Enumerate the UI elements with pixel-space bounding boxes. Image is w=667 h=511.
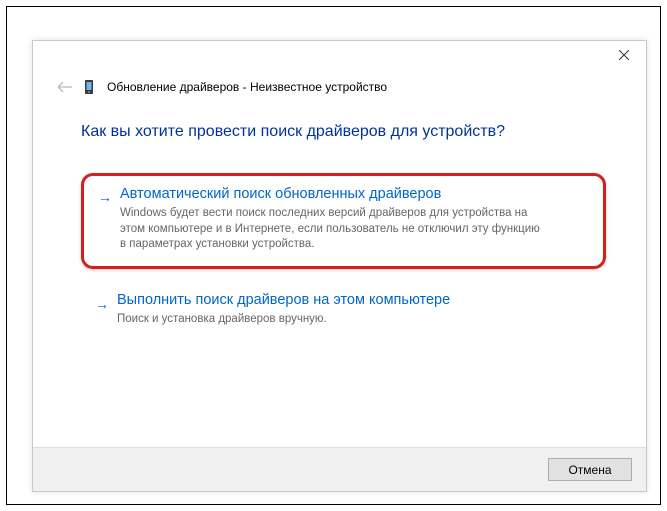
option-desc: Windows будет вести поиск последних верс… [120,206,540,253]
option-browse-computer[interactable]: → Выполнить поиск драйверов на этом комп… [81,283,606,339]
driver-update-dialog: Обновление драйверов - Неизвестное устро… [32,40,647,492]
arrow-right-icon: → [95,296,109,312]
wizard-header: Обновление драйверов - Неизвестное устро… [57,79,387,95]
main-heading: Как вы хотите провести поиск драйверов д… [81,123,606,141]
arrow-right-icon: → [98,189,112,205]
option-auto-search[interactable]: → Автоматический поиск обновленных драйв… [81,173,606,269]
dialog-footer: Отмена [33,447,646,491]
page-container: Обновление драйверов - Неизвестное устро… [6,6,661,505]
wizard-content: Как вы хотите провести поиск драйверов д… [81,123,606,353]
option-desc: Поиск и установка драйверов вручную. [117,312,537,328]
close-button[interactable] [602,41,646,69]
device-icon [83,79,97,95]
option-title: Выполнить поиск драйверов на этом компью… [117,292,592,309]
cancel-button[interactable]: Отмена [548,458,632,481]
close-icon [619,50,629,60]
option-title: Автоматический поиск обновленных драйвер… [120,186,589,203]
back-arrow-icon[interactable] [57,79,73,95]
wizard-title: Обновление драйверов - Неизвестное устро… [107,80,387,94]
